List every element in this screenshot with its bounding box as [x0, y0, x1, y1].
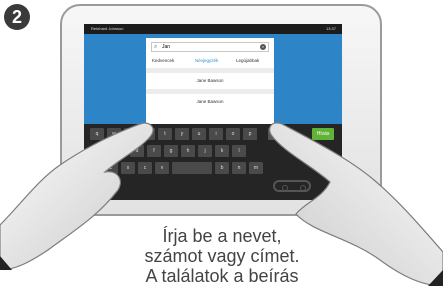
caption-line: számot vagy címet.: [144, 246, 300, 266]
key-b[interactable]: b: [215, 162, 229, 174]
space-key[interactable]: [172, 162, 212, 174]
key-u[interactable]: u: [192, 128, 206, 140]
tab-favorites[interactable]: Kedvencek: [152, 58, 174, 63]
key-m[interactable]: m: [249, 162, 263, 174]
step-number-badge: 2: [4, 4, 30, 30]
search-input[interactable]: ⌕ Jan ×: [151, 42, 269, 52]
caption-line: A találatok a beírás: [145, 266, 299, 286]
caption-line: Írja be a nevet,: [162, 226, 282, 246]
search-icon: ⌕: [154, 44, 158, 50]
status-bar: Reinhard Johnson 13:37: [84, 24, 342, 34]
key-n[interactable]: n: [232, 162, 246, 174]
key-y[interactable]: y: [175, 128, 189, 140]
key-j[interactable]: j: [198, 145, 212, 157]
key-l[interactable]: l: [232, 145, 246, 157]
list-separator: [146, 89, 274, 94]
tab-directory[interactable]: Névjegyzék: [195, 58, 218, 63]
key-o[interactable]: o: [226, 128, 240, 140]
result-item[interactable]: Jane Bawson: [146, 96, 274, 108]
instruction-caption: Írja be a nevet, számot vagy címet. A ta…: [96, 226, 348, 286]
result-item[interactable]: Jane Bawson: [146, 75, 274, 87]
key-k[interactable]: k: [215, 145, 229, 157]
search-query: Jan: [162, 44, 171, 50]
status-user-name[interactable]: Reinhard Johnson: [91, 24, 123, 34]
key-i[interactable]: i: [209, 128, 223, 140]
status-time: 13:37: [325, 26, 336, 31]
clear-icon[interactable]: ×: [260, 44, 266, 50]
tab-recents[interactable]: Legújabbak: [236, 58, 259, 63]
key-h[interactable]: h: [181, 145, 195, 157]
directory-tabs: Kedvencek Névjegyzék Legújabbak: [146, 56, 274, 66]
key-p[interactable]: p: [243, 128, 257, 140]
list-separator: [146, 68, 274, 73]
